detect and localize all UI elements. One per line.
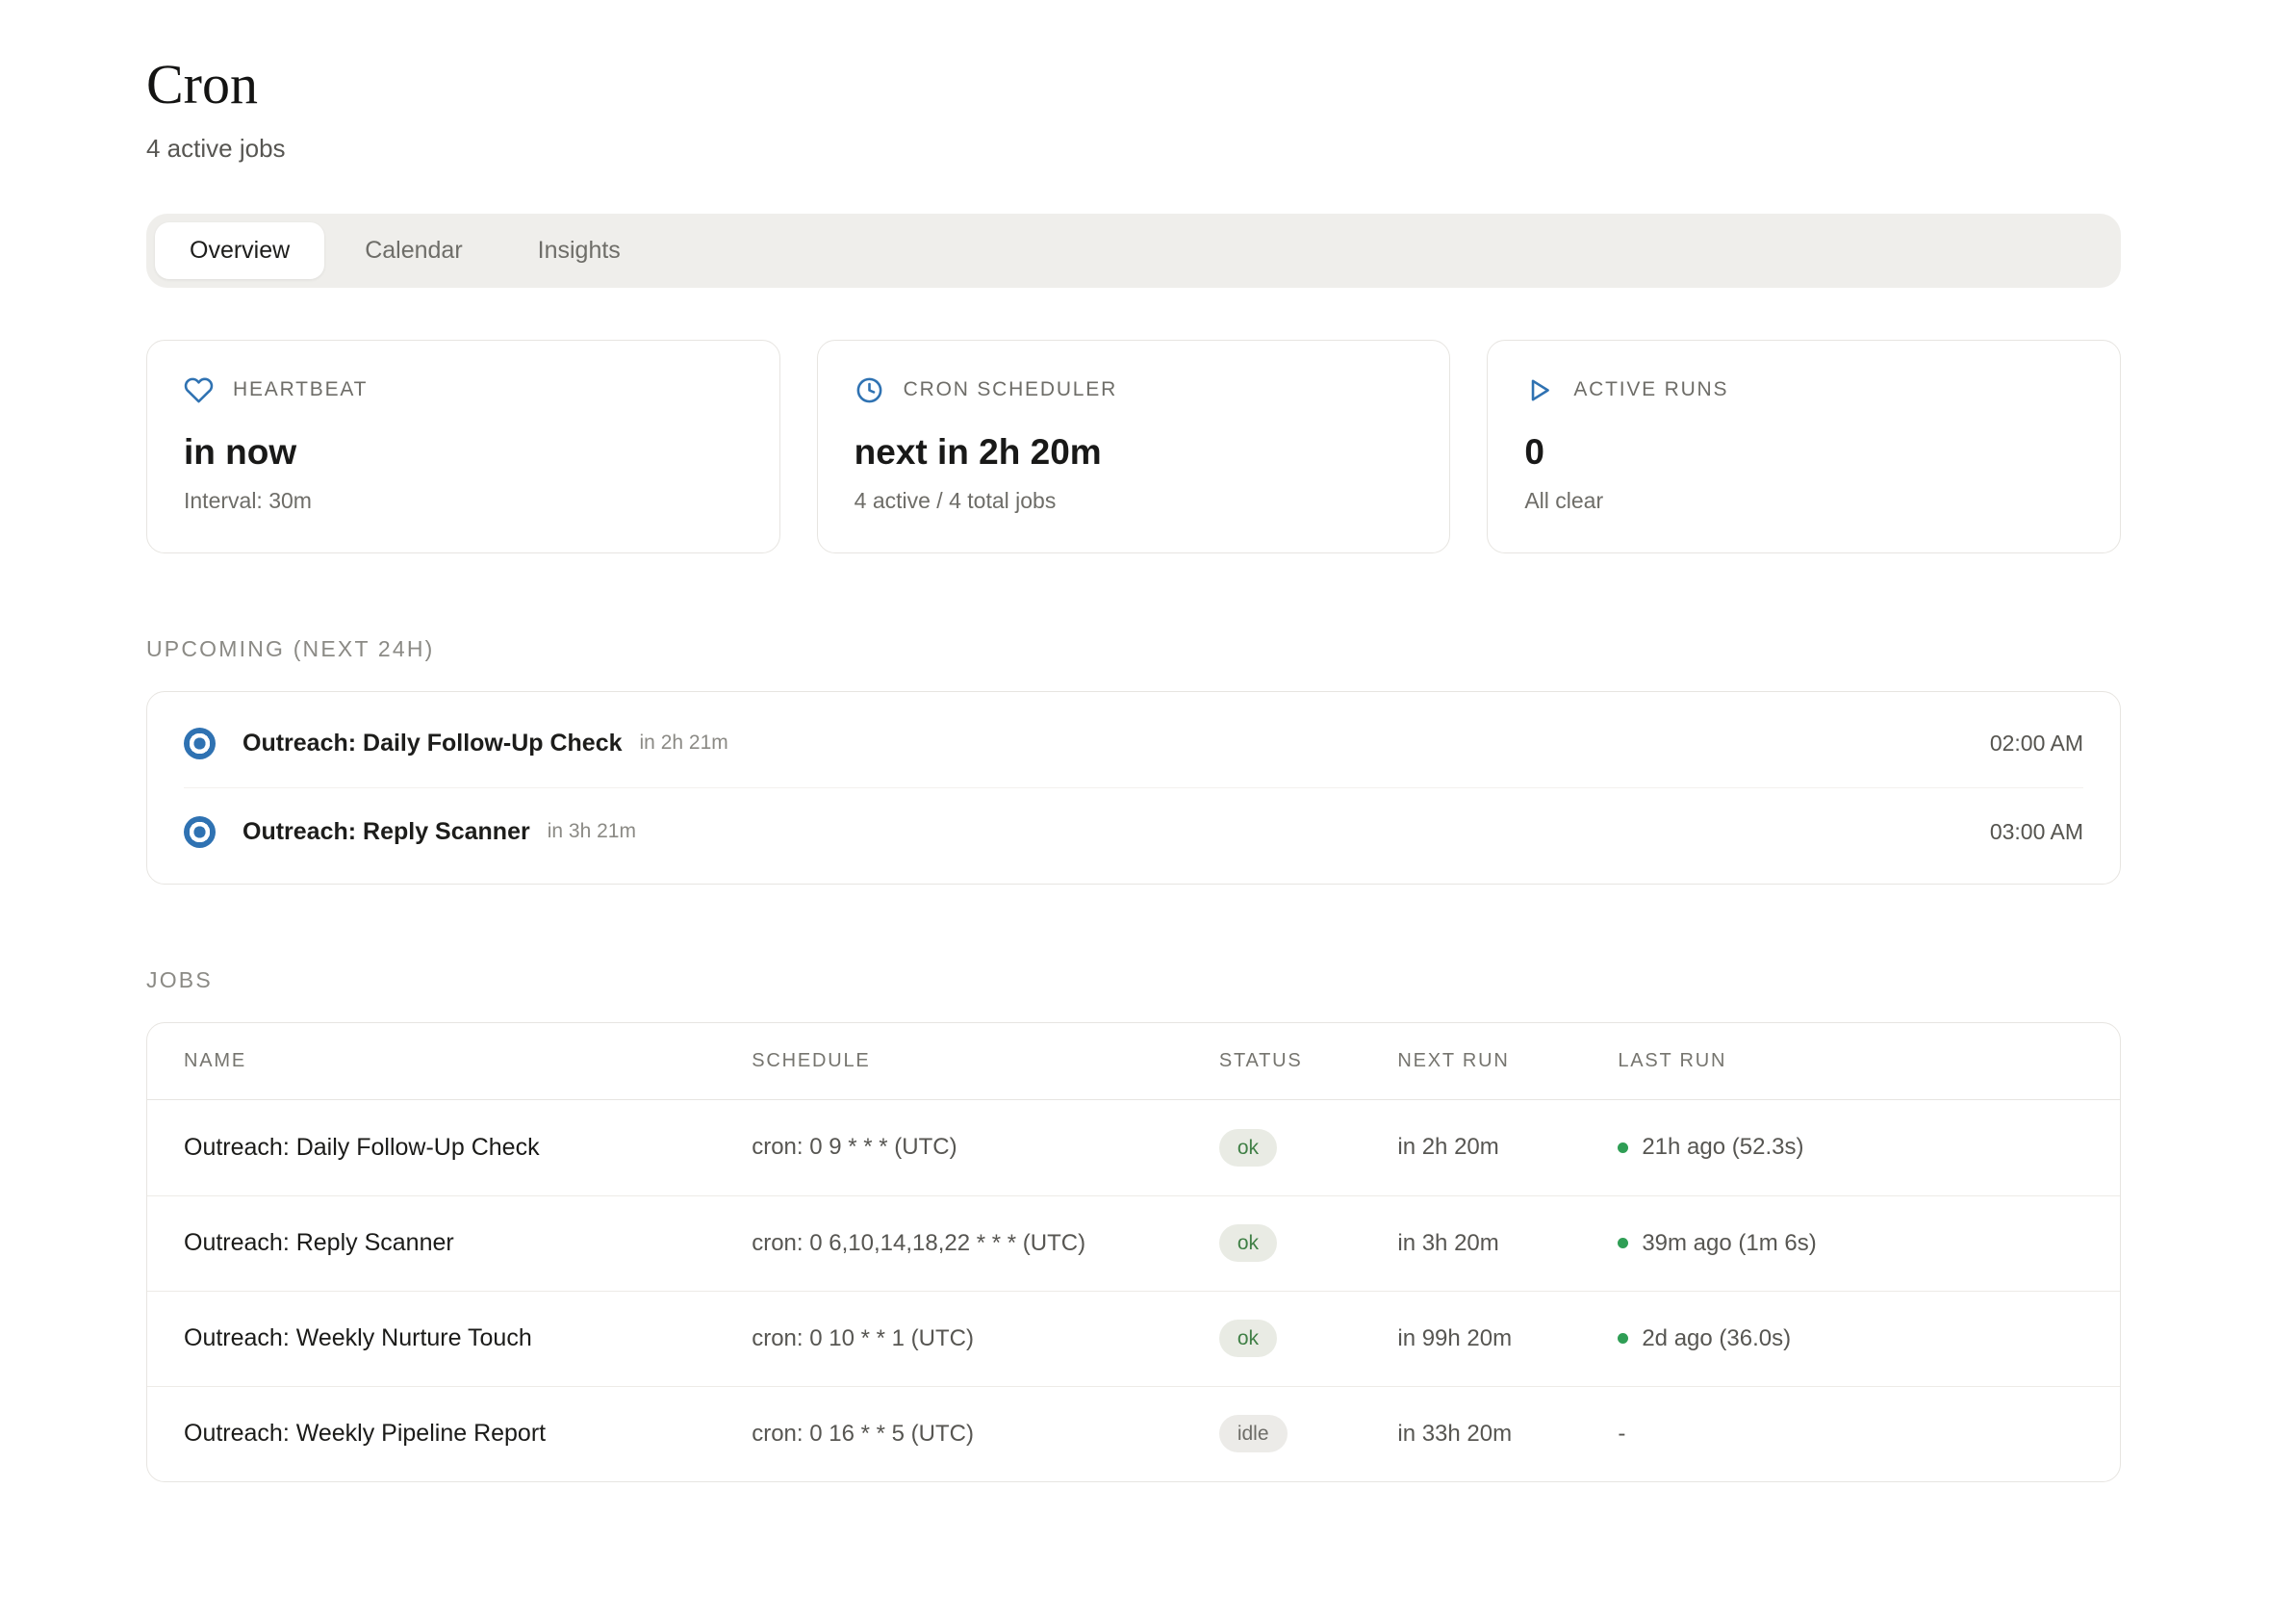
tab-calendar[interactable]: Calendar xyxy=(330,222,497,279)
column-header-status: STATUS xyxy=(1219,1050,1398,1072)
upcoming-relative-time: in 3h 21m xyxy=(548,820,636,843)
jobs-table: NAME SCHEDULE STATUS NEXT RUN LAST RUN O… xyxy=(146,1022,2121,1482)
upcoming-list: Outreach: Daily Follow-Up Check in 2h 21… xyxy=(146,691,2121,885)
job-last-run: 2d ago (36.0s) xyxy=(1642,1325,1791,1352)
job-next-run: in 99h 20m xyxy=(1397,1325,1618,1352)
stat-value: in now xyxy=(184,432,743,473)
table-row[interactable]: Outreach: Reply Scanner cron: 0 6,10,14,… xyxy=(147,1195,2120,1291)
upcoming-item[interactable]: Outreach: Reply Scanner in 3h 21m 03:00 … xyxy=(184,787,2083,876)
upcoming-job-name: Outreach: Daily Follow-Up Check xyxy=(242,730,623,757)
job-schedule: cron: 0 10 * * 1 (UTC) xyxy=(752,1325,1219,1352)
job-last-run: 21h ago (52.3s) xyxy=(1642,1134,1803,1161)
job-schedule: cron: 0 6,10,14,18,22 * * * (UTC) xyxy=(752,1230,1219,1257)
table-row[interactable]: Outreach: Weekly Pipeline Report cron: 0… xyxy=(147,1386,2120,1481)
stat-label: ACTIVE RUNS xyxy=(1573,378,1728,401)
stat-label: CRON SCHEDULER xyxy=(904,378,1117,401)
stat-value: next in 2h 20m xyxy=(855,432,1414,473)
tab-insights[interactable]: Insights xyxy=(503,222,655,279)
tabbar: Overview Calendar Insights xyxy=(146,214,2121,288)
stat-value: 0 xyxy=(1524,432,2083,473)
job-last-run: 39m ago (1m 6s) xyxy=(1642,1230,1816,1257)
page-title: Cron xyxy=(146,56,2121,115)
stat-card-active-runs: ACTIVE RUNS 0 All clear xyxy=(1487,340,2121,553)
job-schedule: cron: 0 16 * * 5 (UTC) xyxy=(752,1421,1219,1448)
upcoming-item[interactable]: Outreach: Daily Follow-Up Check in 2h 21… xyxy=(184,700,2083,787)
stat-card-scheduler: CRON SCHEDULER next in 2h 20m 4 active /… xyxy=(817,340,1451,553)
clock-icon xyxy=(855,375,884,405)
job-name: Outreach: Weekly Nurture Touch xyxy=(184,1324,752,1352)
status-badge: ok xyxy=(1219,1224,1277,1262)
jobs-table-header: NAME SCHEDULE STATUS NEXT RUN LAST RUN xyxy=(147,1023,2120,1100)
job-next-run: in 2h 20m xyxy=(1397,1134,1618,1161)
success-dot-icon xyxy=(1618,1238,1628,1248)
stat-cards: HEARTBEAT in now Interval: 30m CRON SCHE… xyxy=(146,340,2121,553)
jobs-heading: JOBS xyxy=(146,967,2121,993)
stat-card-heartbeat: HEARTBEAT in now Interval: 30m xyxy=(146,340,780,553)
upcoming-heading: UPCOMING (NEXT 24H) xyxy=(146,636,2121,662)
job-name: Outreach: Daily Follow-Up Check xyxy=(184,1134,752,1162)
job-target-icon xyxy=(184,728,216,759)
stat-label: HEARTBEAT xyxy=(233,378,368,401)
success-dot-icon xyxy=(1618,1142,1628,1153)
stat-sub: 4 active / 4 total jobs xyxy=(855,488,1414,514)
success-dot-icon xyxy=(1618,1333,1628,1344)
job-name: Outreach: Weekly Pipeline Report xyxy=(184,1420,752,1448)
upcoming-relative-time: in 2h 21m xyxy=(640,732,728,755)
job-name: Outreach: Reply Scanner xyxy=(184,1229,752,1257)
tab-overview[interactable]: Overview xyxy=(155,222,324,279)
status-badge: ok xyxy=(1219,1129,1277,1167)
status-badge: idle xyxy=(1219,1415,1288,1452)
column-header-last-run: LAST RUN xyxy=(1618,1050,2083,1072)
table-row[interactable]: Outreach: Weekly Nurture Touch cron: 0 1… xyxy=(147,1291,2120,1386)
heart-icon xyxy=(184,375,214,405)
upcoming-clock-time: 03:00 AM xyxy=(1990,819,2083,845)
table-row[interactable]: Outreach: Daily Follow-Up Check cron: 0 … xyxy=(147,1100,2120,1195)
job-next-run: in 3h 20m xyxy=(1397,1230,1618,1257)
job-target-icon xyxy=(184,816,216,848)
stat-sub: All clear xyxy=(1524,488,2083,514)
status-badge: ok xyxy=(1219,1320,1277,1357)
column-header-name: NAME xyxy=(184,1050,752,1072)
job-next-run: in 33h 20m xyxy=(1397,1421,1618,1448)
page-subtitle: 4 active jobs xyxy=(146,134,2121,164)
stat-sub: Interval: 30m xyxy=(184,488,743,514)
upcoming-job-name: Outreach: Reply Scanner xyxy=(242,818,530,846)
job-last-run: - xyxy=(1618,1421,1625,1448)
column-header-schedule: SCHEDULE xyxy=(752,1050,1219,1072)
job-schedule: cron: 0 9 * * * (UTC) xyxy=(752,1134,1219,1161)
column-header-next-run: NEXT RUN xyxy=(1397,1050,1618,1072)
upcoming-clock-time: 02:00 AM xyxy=(1990,731,2083,757)
play-icon xyxy=(1524,375,1554,405)
cron-page: Cron 4 active jobs Overview Calendar Ins… xyxy=(146,0,2121,1617)
